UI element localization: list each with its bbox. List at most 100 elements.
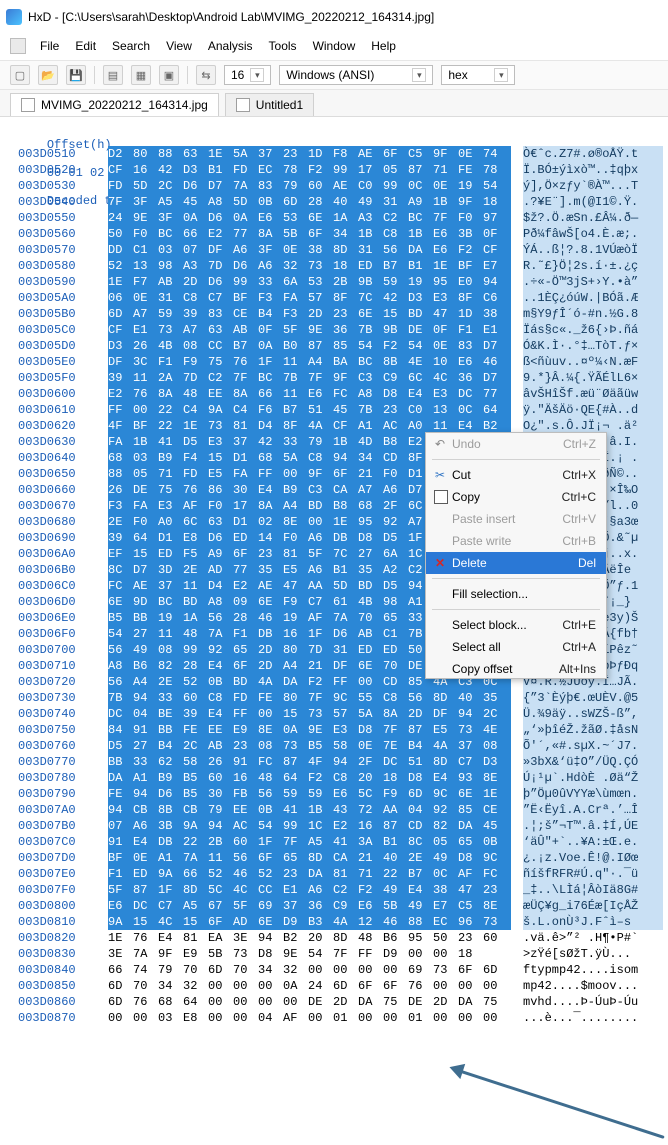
byte[interactable]: 83 [458,338,483,354]
hex-row[interactable]: 003D0810 9A 15 4C 15 6F AD 6E D9 B3 4A 12 46 88 EC 96 73… [18,914,668,930]
byte[interactable]: B4 [158,738,183,754]
row-bytes[interactable]: F1 ED 9A 66 52 46 52 23 DA 81 71 22 B7 0C AF FC [108,866,511,882]
byte[interactable]: 13 [433,402,458,418]
byte[interactable]: 00 [283,466,308,482]
byte[interactable]: 1D [458,306,483,322]
byte[interactable]: 6D [108,306,133,322]
byte[interactable]: 94 [258,930,283,946]
byte[interactable]: BD [183,594,208,610]
byte[interactable]: E3 [433,386,458,402]
byte[interactable]: F3 [283,306,308,322]
byte[interactable]: E6 [358,898,383,914]
byte[interactable]: 16 [358,818,383,834]
row-bytes[interactable]: 39 11 2A 7D C2 7F BC 7B 7F 9F C3 C9 6C 4C 36 D7 [108,370,511,386]
byte[interactable]: F9 [283,594,308,610]
row-bytes[interactable]: 50 F0 BC 66 E2 77 8A 5B 6F 34 1B C8 1B E6 3B 0F [108,226,511,242]
byte[interactable]: E4 [408,386,433,402]
byte[interactable]: 08 [258,738,283,754]
byte[interactable]: 63 [208,322,233,338]
byte[interactable]: 10 [433,354,458,370]
byte[interactable]: D4 [258,418,283,434]
byte[interactable]: 00 [258,706,283,722]
byte[interactable]: 7A [183,850,208,866]
byte[interactable]: 52 [258,866,283,882]
byte[interactable]: B9 [283,482,308,498]
byte[interactable]: C6 [483,290,508,306]
byte[interactable]: E1 [483,322,508,338]
byte[interactable]: A6 [133,818,158,834]
menu-fill-selection[interactable]: Fill selection... [426,583,606,605]
byte[interactable]: 57 [333,706,358,722]
byte[interactable]: 0A [283,722,308,738]
byte[interactable]: 00 [458,1010,483,1026]
byte[interactable]: FF [233,706,258,722]
byte[interactable]: 42 [258,434,283,450]
row-bytes[interactable]: DF 3C F1 F9 75 76 1F 11 A4 BA BC 8B 4E 10 E6 46 [108,354,511,370]
byte[interactable]: 11 [158,626,183,642]
byte[interactable]: 15 [383,306,408,322]
byte[interactable]: 0E [133,290,158,306]
byte[interactable]: 15 [133,914,158,930]
byte[interactable]: 51 [408,754,433,770]
byte[interactable]: 22 [158,418,183,434]
byte[interactable]: 3D [158,562,183,578]
byte[interactable]: AF [283,1010,308,1026]
byte[interactable]: 39 [183,706,208,722]
byte[interactable]: 05 [433,834,458,850]
hex-row[interactable]: 003D05B0 6D A7 59 39 83 CE B4 F3 2D 23 6E 15 BD 47 1D 38… [18,306,668,322]
byte[interactable]: 2D [433,994,458,1010]
byte[interactable]: DA [308,866,333,882]
byte[interactable]: F1 [233,626,258,642]
byte[interactable]: 6D [208,962,233,978]
byte[interactable]: 6D [333,978,358,994]
byte[interactable]: 60 [308,178,333,194]
row-bytes[interactable]: 6D 70 34 32 00 00 00 0A 24 6D 6F 6F 76 00 00 00 [108,978,511,994]
byte[interactable]: 91 [133,722,158,738]
byte[interactable]: D3 [483,754,508,770]
byte[interactable]: DF [208,242,233,258]
byte[interactable]: FE [183,722,208,738]
byte[interactable]: 4C [158,914,183,930]
byte[interactable]: 81 [333,866,358,882]
hex-row[interactable]: 003D0530 FD 5D 2C D6 D7 7A 83 79 60 AE C0 99 0C 0E 19 54… [18,178,668,194]
byte[interactable]: 65 [283,850,308,866]
byte[interactable]: 87 [408,722,433,738]
byte[interactable]: 30 [208,786,233,802]
byte[interactable]: 09 [233,594,258,610]
byte[interactable]: E7 [433,898,458,914]
byte[interactable]: A1 [358,418,383,434]
byte[interactable]: 00 [433,1010,458,1026]
byte[interactable]: DC [108,706,133,722]
byte[interactable]: 4C [433,370,458,386]
byte[interactable]: 18 [458,946,483,962]
byte[interactable]: E3 [433,290,458,306]
byte[interactable]: 2F [383,498,408,514]
byte[interactable]: B6 [383,930,408,946]
byte[interactable]: 7A [133,946,158,962]
byte[interactable]: 7F [233,370,258,386]
byte[interactable]: 76 [133,386,158,402]
byte[interactable]: 7E [383,738,408,754]
byte[interactable]: 71 [433,162,458,178]
byte[interactable]: F2 [308,674,333,690]
byte[interactable]: F2 [358,882,383,898]
byte[interactable]: 7B [283,370,308,386]
hex-row[interactable]: 003D0580 52 13 98 A3 7D D6 A6 32 73 18 ED B7 B1 1E BF E7… [18,258,668,274]
byte[interactable]: 9F [333,370,358,386]
byte[interactable]: 28 [233,610,258,626]
byte[interactable]: 00 [483,1010,508,1026]
byte[interactable]: 61 [333,594,358,610]
byte[interactable]: A8 [108,658,133,674]
byte[interactable]: 48 [258,770,283,786]
byte[interactable]: C0 [408,402,433,418]
byte[interactable]: CB [183,802,208,818]
byte[interactable]: 91 [233,754,258,770]
row-bytes[interactable]: 1E 76 E4 81 EA 3E 94 B2 20 8D 48 B6 95 50 23 60 [108,930,511,946]
byte[interactable]: D5 [383,578,408,594]
byte[interactable]: B3 [308,914,333,930]
byte[interactable]: 0F [258,322,283,338]
byte[interactable]: 53 [283,210,308,226]
menu-edit[interactable]: Edit [73,37,98,55]
byte[interactable]: 99 [383,178,408,194]
byte[interactable]: 76 [133,930,158,946]
